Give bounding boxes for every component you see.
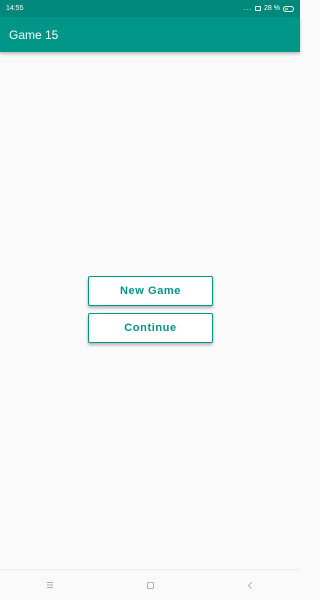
home-button[interactable] bbox=[135, 575, 165, 595]
signal-dots: ... bbox=[243, 5, 253, 12]
battery-percent: 28 % bbox=[264, 5, 280, 12]
home-icon bbox=[146, 581, 154, 589]
menu-icon bbox=[47, 582, 53, 588]
continue-button[interactable]: Continue bbox=[88, 313, 213, 343]
back-button[interactable] bbox=[235, 575, 265, 595]
app-bar: Game 15 bbox=[0, 17, 300, 52]
app-title: Game 15 bbox=[9, 27, 59, 42]
back-icon bbox=[247, 581, 252, 589]
status-time: 14:55 bbox=[6, 5, 24, 12]
sim-icon bbox=[255, 6, 262, 11]
new-game-button[interactable]: New Game bbox=[88, 276, 213, 306]
menu-button[interactable] bbox=[35, 575, 65, 595]
status-bar: 14:55 ... 28 % bbox=[0, 0, 300, 17]
status-icons: ... 28 % bbox=[243, 5, 294, 12]
app-screen: 14:55 ... 28 % Game 15 New Game Continue bbox=[0, 0, 300, 600]
navigation-bar bbox=[0, 569, 300, 600]
battery-icon bbox=[283, 5, 294, 12]
